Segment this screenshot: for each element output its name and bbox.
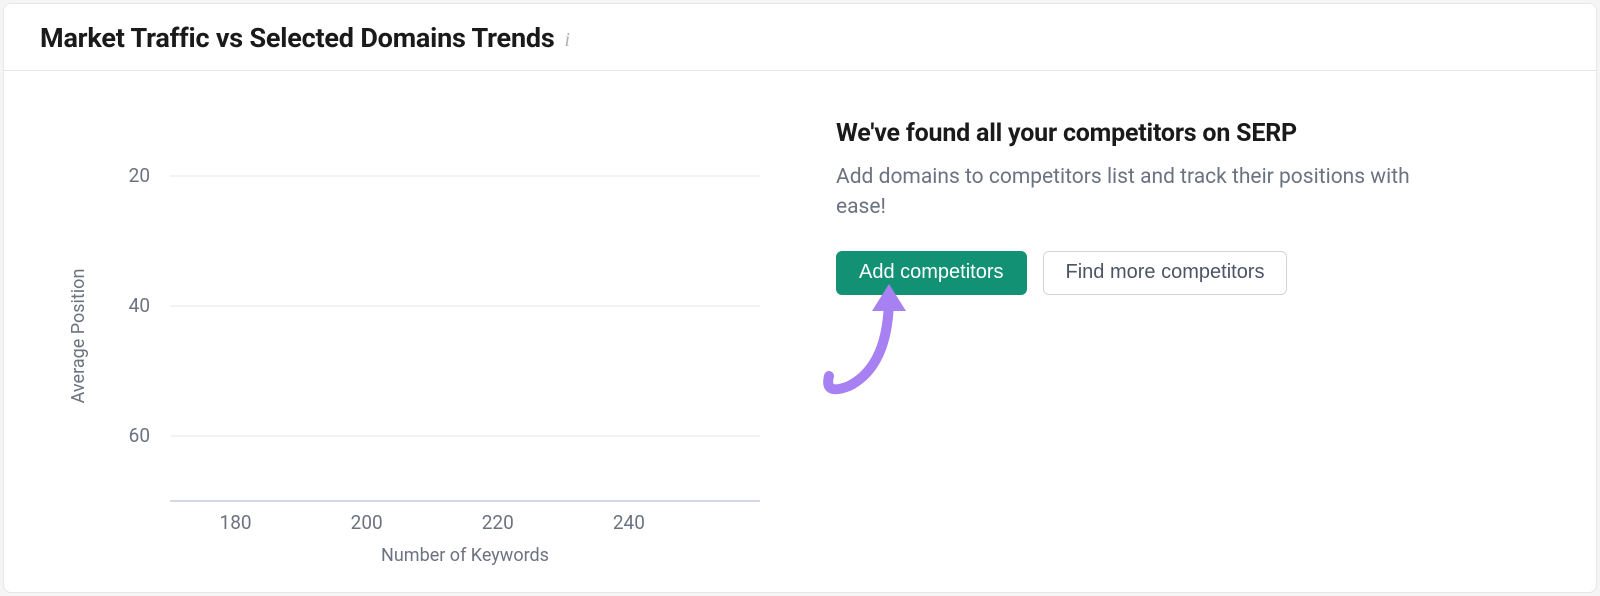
market-traffic-panel: Market Traffic vs Selected Domains Trend… xyxy=(3,3,1597,593)
x-tick-label: 220 xyxy=(482,511,514,534)
chart-area: 20 40 60 180 200 220 240 Number of Keywords Aver… xyxy=(40,101,780,571)
panel-header: Market Traffic vs Selected Domains Trend… xyxy=(4,4,1596,71)
side-heading: We've found all your competitors on SERP xyxy=(836,119,1560,148)
panel-body: 20 40 60 180 200 220 240 Number of Keywords Aver… xyxy=(4,71,1596,591)
side-description: Add domains to competitors list and trac… xyxy=(836,162,1436,223)
chart-svg: 20 40 60 180 200 220 240 Number of Keywords Aver… xyxy=(40,101,780,581)
y-axis-label: Average Position xyxy=(68,269,89,404)
side-panel: We've found all your competitors on SERP… xyxy=(820,101,1560,571)
button-row: Add competitors Find more competitors xyxy=(836,251,1560,295)
x-tick-label: 180 xyxy=(220,511,252,534)
y-tick-label: 60 xyxy=(129,424,150,447)
find-more-competitors-button[interactable]: Find more competitors xyxy=(1043,251,1288,295)
info-icon[interactable]: i xyxy=(565,29,571,52)
x-tick-label: 200 xyxy=(351,511,383,534)
x-tick-label: 240 xyxy=(613,511,645,534)
add-competitors-button[interactable]: Add competitors xyxy=(836,251,1027,295)
y-tick-label: 40 xyxy=(129,294,150,317)
x-axis-label: Number of Keywords xyxy=(381,545,549,566)
y-tick-label: 20 xyxy=(129,164,150,187)
panel-title: Market Traffic vs Selected Domains Trend… xyxy=(40,22,555,54)
